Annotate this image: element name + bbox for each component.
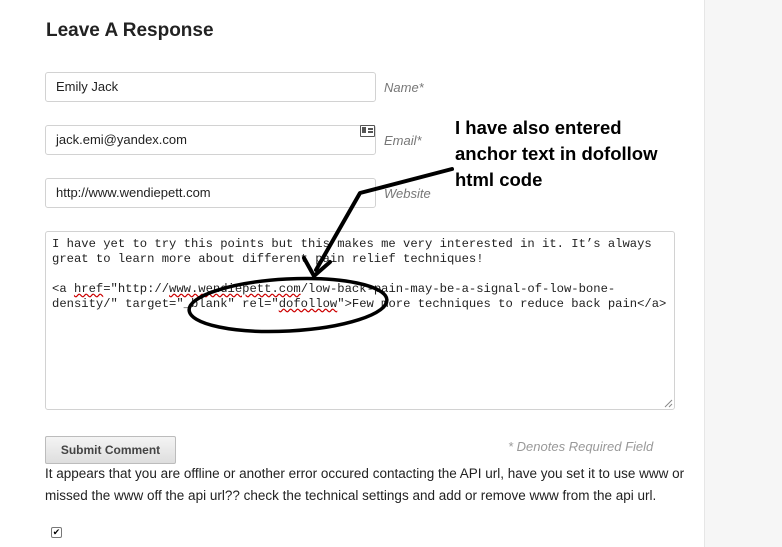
contact-card-icon (360, 125, 375, 137)
comment-code-eq: ="http:// (103, 282, 170, 296)
email-field[interactable]: jack.emi@yandex.com (45, 125, 376, 155)
required-field-note: * Denotes Required Field (508, 439, 654, 454)
api-error-message: It appears that you are offline or anoth… (45, 466, 685, 503)
comment-code-rel: dofollow (278, 297, 338, 311)
website-label: Website (384, 186, 431, 201)
website-field[interactable]: http://www.wendiepett.com (45, 178, 376, 208)
comment-code-href: href (73, 282, 104, 296)
resize-handle-icon[interactable] (664, 399, 673, 408)
email-label: Email* (384, 133, 422, 148)
submit-comment-button[interactable]: Submit Comment (45, 436, 176, 464)
annotation-line-2: anchor text in dofollow (455, 143, 658, 164)
right-sidebar (704, 0, 782, 547)
checkmark-icon: ✔ (52, 527, 61, 537)
annotation-line-1: I have also entered (455, 117, 622, 138)
comment-code-domain: www.wendiepett.com (169, 282, 301, 296)
annotation-line-3: html code (455, 169, 543, 190)
comment-code-start: <a (52, 282, 74, 296)
form-heading: Leave A Response (46, 20, 214, 41)
comment-textarea[interactable]: I have yet to try this points but this m… (45, 231, 675, 410)
name-field[interactable]: Emily Jack (45, 72, 376, 102)
comment-text: I have yet to try this points but this m… (52, 237, 660, 266)
name-label: Name* (384, 80, 424, 95)
checkbox[interactable]: ✔ (51, 527, 62, 538)
comment-code-end: ">Few more techniques to reduce back pai… (337, 297, 667, 311)
annotation-text: I have also entered anchor text in dofol… (455, 115, 685, 193)
